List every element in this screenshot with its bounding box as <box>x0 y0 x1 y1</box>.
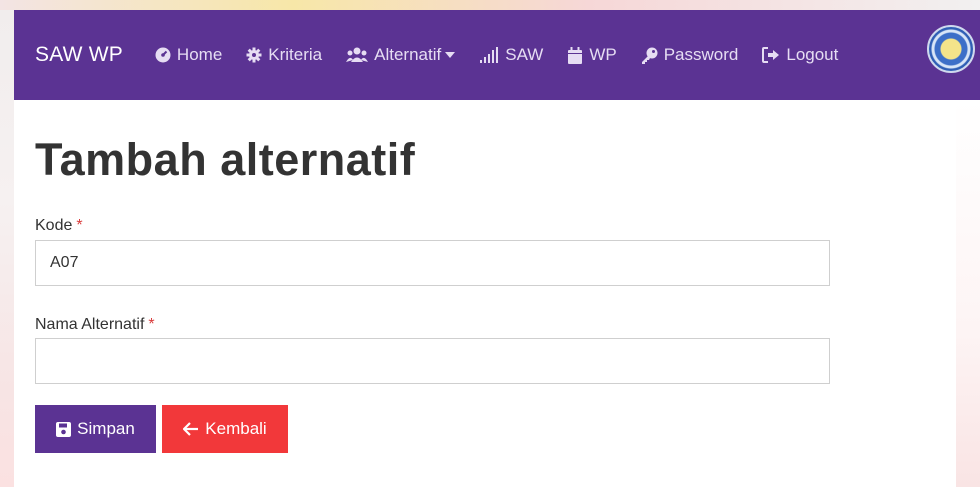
kode-input[interactable] <box>35 240 830 286</box>
nav-label-logout: Logout <box>786 45 839 64</box>
brand-title[interactable]: SAW WP <box>35 43 123 67</box>
institution-logo <box>927 25 975 73</box>
nav-item-logout[interactable]: Logout <box>762 45 838 65</box>
kode-label-text: Kode <box>35 217 73 234</box>
nav-item-wp[interactable]: WP <box>567 45 617 65</box>
top-navbar: SAW WP Home Kriteria Alternatif SAW WP P… <box>14 10 980 100</box>
key-icon <box>641 47 658 64</box>
nama-alternatif-label-text: Nama Alternatif <box>35 316 145 333</box>
required-mark: * <box>76 217 83 234</box>
back-button[interactable]: Kembali <box>162 405 288 453</box>
dashboard-icon <box>155 47 171 63</box>
nav-label-password: Password <box>663 45 739 64</box>
nav-label-saw: SAW <box>505 45 544 64</box>
calendar-icon <box>567 46 583 64</box>
kode-label: Kode * <box>35 217 83 235</box>
save-button-label: Simpan <box>77 419 135 438</box>
chevron-down-icon <box>445 52 456 58</box>
nav-label-alternatif: Alternatif <box>374 45 442 64</box>
background-strip <box>0 0 980 10</box>
nama-alternatif-input[interactable] <box>35 338 830 384</box>
floppy-disk-icon <box>56 421 72 437</box>
sign-out-icon <box>762 47 780 63</box>
arrow-left-icon <box>183 422 199 436</box>
background-edge-right <box>956 100 980 487</box>
nav-item-home[interactable]: Home <box>155 45 222 65</box>
signal-icon <box>479 47 499 63</box>
nav-item-alternatif[interactable]: Alternatif <box>346 45 456 65</box>
required-mark: * <box>148 316 155 333</box>
save-button[interactable]: Simpan <box>35 405 156 453</box>
back-button-label: Kembali <box>205 419 267 438</box>
nama-alternatif-label: Nama Alternatif * <box>35 316 155 334</box>
page-title: Tambah alternatif <box>35 134 416 185</box>
nav-label-wp: WP <box>589 45 617 64</box>
nav-item-kriteria[interactable]: Kriteria <box>246 45 322 65</box>
gear-icon <box>246 47 262 63</box>
background-edge <box>0 10 14 487</box>
nav-item-password[interactable]: Password <box>641 45 739 65</box>
users-icon <box>346 47 369 63</box>
nav-item-saw[interactable]: SAW <box>479 45 543 65</box>
nav-label-kriteria: Kriteria <box>268 45 323 64</box>
main-content: Tambah alternatif Kode* Nama Alternatif*… <box>14 100 980 487</box>
nav-label-home: Home <box>176 45 223 64</box>
